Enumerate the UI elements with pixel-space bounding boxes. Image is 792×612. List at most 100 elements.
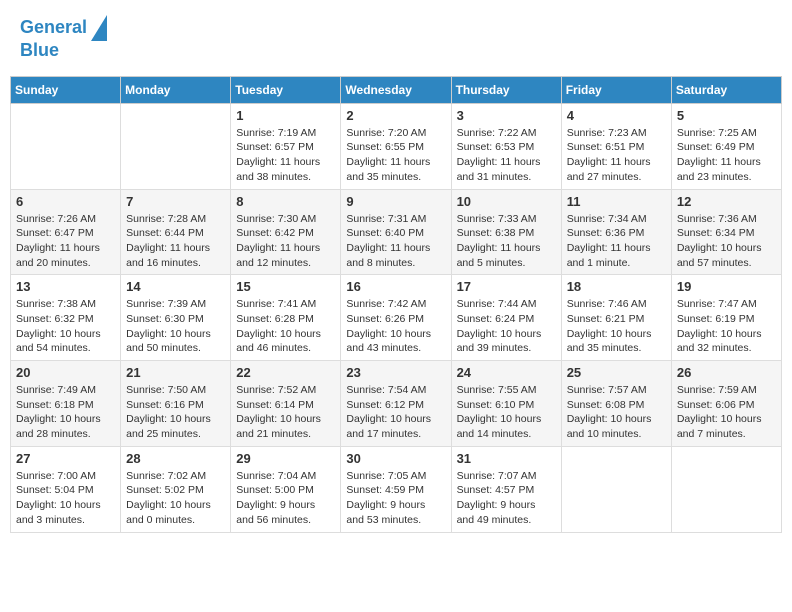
calendar-day-cell: 30 Sunrise: 7:05 AM Sunset: 4:59 PM Dayl… xyxy=(341,446,451,532)
day-number: 26 xyxy=(677,365,776,380)
calendar-day-cell: 24 Sunrise: 7:55 AM Sunset: 6:10 PM Dayl… xyxy=(451,361,561,447)
day-info: Sunrise: 7:59 AM Sunset: 6:06 PM Dayligh… xyxy=(677,383,776,442)
calendar-week-row: 13 Sunrise: 7:38 AM Sunset: 6:32 PM Dayl… xyxy=(11,275,782,361)
day-info: Sunrise: 7:22 AM Sunset: 6:53 PM Dayligh… xyxy=(457,126,556,185)
calendar-day-cell xyxy=(561,446,671,532)
day-info: Sunrise: 7:39 AM Sunset: 6:30 PM Dayligh… xyxy=(126,297,225,356)
day-number: 14 xyxy=(126,279,225,294)
weekday-header-cell: Monday xyxy=(121,76,231,103)
day-number: 7 xyxy=(126,194,225,209)
day-number: 6 xyxy=(16,194,115,209)
day-info: Sunrise: 7:54 AM Sunset: 6:12 PM Dayligh… xyxy=(346,383,445,442)
day-info: Sunrise: 7:33 AM Sunset: 6:38 PM Dayligh… xyxy=(457,212,556,271)
weekday-header-cell: Sunday xyxy=(11,76,121,103)
day-number: 19 xyxy=(677,279,776,294)
calendar-day-cell xyxy=(121,103,231,189)
day-number: 8 xyxy=(236,194,335,209)
day-number: 23 xyxy=(346,365,445,380)
day-info: Sunrise: 7:49 AM Sunset: 6:18 PM Dayligh… xyxy=(16,383,115,442)
day-number: 4 xyxy=(567,108,666,123)
day-info: Sunrise: 7:02 AM Sunset: 5:02 PM Dayligh… xyxy=(126,469,225,528)
page-header: General Blue xyxy=(10,10,782,66)
calendar-day-cell: 27 Sunrise: 7:00 AM Sunset: 5:04 PM Dayl… xyxy=(11,446,121,532)
calendar-day-cell: 1 Sunrise: 7:19 AM Sunset: 6:57 PM Dayli… xyxy=(231,103,341,189)
day-number: 27 xyxy=(16,451,115,466)
day-info: Sunrise: 7:25 AM Sunset: 6:49 PM Dayligh… xyxy=(677,126,776,185)
day-number: 11 xyxy=(567,194,666,209)
calendar-day-cell: 16 Sunrise: 7:42 AM Sunset: 6:26 PM Dayl… xyxy=(341,275,451,361)
day-number: 15 xyxy=(236,279,335,294)
calendar-day-cell: 19 Sunrise: 7:47 AM Sunset: 6:19 PM Dayl… xyxy=(671,275,781,361)
logo: General Blue xyxy=(20,15,109,61)
day-number: 28 xyxy=(126,451,225,466)
logo-subtext: Blue xyxy=(20,41,59,61)
day-info: Sunrise: 7:52 AM Sunset: 6:14 PM Dayligh… xyxy=(236,383,335,442)
day-number: 16 xyxy=(346,279,445,294)
day-info: Sunrise: 7:47 AM Sunset: 6:19 PM Dayligh… xyxy=(677,297,776,356)
calendar-day-cell: 3 Sunrise: 7:22 AM Sunset: 6:53 PM Dayli… xyxy=(451,103,561,189)
calendar-day-cell: 8 Sunrise: 7:30 AM Sunset: 6:42 PM Dayli… xyxy=(231,189,341,275)
day-info: Sunrise: 7:34 AM Sunset: 6:36 PM Dayligh… xyxy=(567,212,666,271)
day-info: Sunrise: 7:19 AM Sunset: 6:57 PM Dayligh… xyxy=(236,126,335,185)
day-info: Sunrise: 7:41 AM Sunset: 6:28 PM Dayligh… xyxy=(236,297,335,356)
weekday-header-cell: Thursday xyxy=(451,76,561,103)
day-number: 25 xyxy=(567,365,666,380)
day-info: Sunrise: 7:46 AM Sunset: 6:21 PM Dayligh… xyxy=(567,297,666,356)
calendar-day-cell: 25 Sunrise: 7:57 AM Sunset: 6:08 PM Dayl… xyxy=(561,361,671,447)
weekday-header-cell: Tuesday xyxy=(231,76,341,103)
calendar-body: 1 Sunrise: 7:19 AM Sunset: 6:57 PM Dayli… xyxy=(11,103,782,532)
calendar-day-cell: 12 Sunrise: 7:36 AM Sunset: 6:34 PM Dayl… xyxy=(671,189,781,275)
calendar-day-cell xyxy=(11,103,121,189)
logo-text: General xyxy=(20,18,87,38)
calendar-day-cell: 18 Sunrise: 7:46 AM Sunset: 6:21 PM Dayl… xyxy=(561,275,671,361)
calendar-day-cell: 20 Sunrise: 7:49 AM Sunset: 6:18 PM Dayl… xyxy=(11,361,121,447)
calendar-day-cell: 15 Sunrise: 7:41 AM Sunset: 6:28 PM Dayl… xyxy=(231,275,341,361)
day-info: Sunrise: 7:50 AM Sunset: 6:16 PM Dayligh… xyxy=(126,383,225,442)
calendar-day-cell: 29 Sunrise: 7:04 AM Sunset: 5:00 PM Dayl… xyxy=(231,446,341,532)
calendar-day-cell: 6 Sunrise: 7:26 AM Sunset: 6:47 PM Dayli… xyxy=(11,189,121,275)
calendar-day-cell: 22 Sunrise: 7:52 AM Sunset: 6:14 PM Dayl… xyxy=(231,361,341,447)
day-info: Sunrise: 7:00 AM Sunset: 5:04 PM Dayligh… xyxy=(16,469,115,528)
calendar-day-cell: 7 Sunrise: 7:28 AM Sunset: 6:44 PM Dayli… xyxy=(121,189,231,275)
day-info: Sunrise: 7:30 AM Sunset: 6:42 PM Dayligh… xyxy=(236,212,335,271)
day-number: 2 xyxy=(346,108,445,123)
day-info: Sunrise: 7:07 AM Sunset: 4:57 PM Dayligh… xyxy=(457,469,556,528)
day-number: 12 xyxy=(677,194,776,209)
calendar-week-row: 1 Sunrise: 7:19 AM Sunset: 6:57 PM Dayli… xyxy=(11,103,782,189)
day-number: 1 xyxy=(236,108,335,123)
day-number: 10 xyxy=(457,194,556,209)
day-info: Sunrise: 7:04 AM Sunset: 5:00 PM Dayligh… xyxy=(236,469,335,528)
calendar-week-row: 6 Sunrise: 7:26 AM Sunset: 6:47 PM Dayli… xyxy=(11,189,782,275)
calendar-table: SundayMondayTuesdayWednesdayThursdayFrid… xyxy=(10,76,782,533)
day-info: Sunrise: 7:44 AM Sunset: 6:24 PM Dayligh… xyxy=(457,297,556,356)
day-info: Sunrise: 7:23 AM Sunset: 6:51 PM Dayligh… xyxy=(567,126,666,185)
calendar-day-cell: 17 Sunrise: 7:44 AM Sunset: 6:24 PM Dayl… xyxy=(451,275,561,361)
day-number: 21 xyxy=(126,365,225,380)
day-number: 22 xyxy=(236,365,335,380)
day-info: Sunrise: 7:20 AM Sunset: 6:55 PM Dayligh… xyxy=(346,126,445,185)
day-number: 30 xyxy=(346,451,445,466)
calendar-day-cell: 31 Sunrise: 7:07 AM Sunset: 4:57 PM Dayl… xyxy=(451,446,561,532)
calendar-day-cell: 26 Sunrise: 7:59 AM Sunset: 6:06 PM Dayl… xyxy=(671,361,781,447)
calendar-day-cell: 21 Sunrise: 7:50 AM Sunset: 6:16 PM Dayl… xyxy=(121,361,231,447)
calendar-day-cell: 4 Sunrise: 7:23 AM Sunset: 6:51 PM Dayli… xyxy=(561,103,671,189)
calendar-day-cell: 9 Sunrise: 7:31 AM Sunset: 6:40 PM Dayli… xyxy=(341,189,451,275)
calendar-day-cell: 2 Sunrise: 7:20 AM Sunset: 6:55 PM Dayli… xyxy=(341,103,451,189)
weekday-header-row: SundayMondayTuesdayWednesdayThursdayFrid… xyxy=(11,76,782,103)
weekday-header-cell: Wednesday xyxy=(341,76,451,103)
day-info: Sunrise: 7:36 AM Sunset: 6:34 PM Dayligh… xyxy=(677,212,776,271)
day-number: 18 xyxy=(567,279,666,294)
day-number: 9 xyxy=(346,194,445,209)
day-number: 3 xyxy=(457,108,556,123)
day-number: 20 xyxy=(16,365,115,380)
day-number: 31 xyxy=(457,451,556,466)
day-number: 24 xyxy=(457,365,556,380)
calendar-day-cell: 28 Sunrise: 7:02 AM Sunset: 5:02 PM Dayl… xyxy=(121,446,231,532)
logo-icon xyxy=(89,15,109,41)
weekday-header-cell: Saturday xyxy=(671,76,781,103)
calendar-day-cell: 5 Sunrise: 7:25 AM Sunset: 6:49 PM Dayli… xyxy=(671,103,781,189)
day-info: Sunrise: 7:55 AM Sunset: 6:10 PM Dayligh… xyxy=(457,383,556,442)
day-info: Sunrise: 7:26 AM Sunset: 6:47 PM Dayligh… xyxy=(16,212,115,271)
calendar-week-row: 27 Sunrise: 7:00 AM Sunset: 5:04 PM Dayl… xyxy=(11,446,782,532)
day-info: Sunrise: 7:05 AM Sunset: 4:59 PM Dayligh… xyxy=(346,469,445,528)
